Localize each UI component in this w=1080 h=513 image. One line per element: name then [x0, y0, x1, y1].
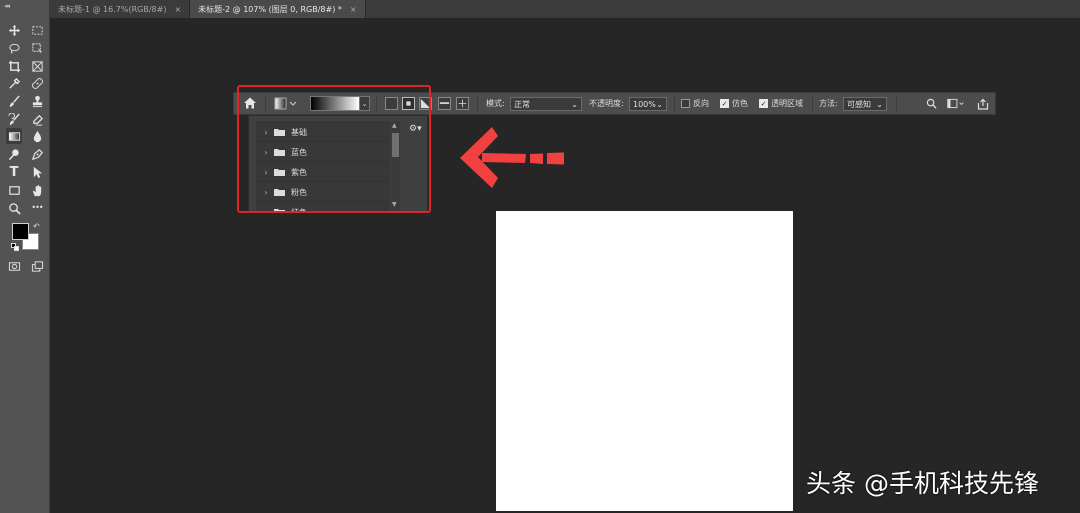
gradient-preview-bar[interactable] [310, 96, 360, 111]
screen-mode-icon[interactable] [29, 258, 45, 274]
dither-label: 仿色 [732, 99, 748, 108]
folder-icon [274, 168, 285, 176]
chevron-right-icon[interactable]: › [260, 168, 272, 177]
folder-icon [274, 208, 285, 211]
folder-icon [274, 128, 285, 136]
tab-untitled-1[interactable]: 未标题-1 @ 16.7%(RGB/8#) × [50, 0, 191, 18]
gradient-picker-popup: › 基础 › 蓝色 › 紫色 › 粉色 › 红色 ▲ ▼ ⚙▾ [248, 115, 428, 212]
frame-icon[interactable] [29, 58, 45, 74]
lasso-icon[interactable] [6, 40, 22, 56]
chevron-right-icon[interactable]: › [260, 148, 272, 157]
tools-panel: ◂◂ T ••• ↶ [0, 0, 50, 513]
chevron-right-icon[interactable]: › [260, 188, 272, 197]
method-select[interactable]: 可感知 ⌄ [843, 97, 887, 111]
close-icon[interactable]: × [174, 5, 181, 14]
folder-icon [274, 188, 285, 196]
scrollbar-thumb[interactable] [392, 133, 399, 157]
linear-gradient-button[interactable] [385, 97, 398, 110]
diamond-gradient-button[interactable] [456, 97, 469, 110]
folder-icon [274, 148, 285, 156]
folder-label: 红色 [291, 207, 307, 212]
folder-label: 基础 [291, 127, 307, 137]
scroll-down-icon[interactable]: ▼ [392, 201, 397, 208]
method-value: 可感知 [847, 99, 871, 109]
list-item[interactable]: › 基础 [256, 123, 390, 142]
eyedropper-icon[interactable] [6, 75, 22, 91]
method-label: 方法: [819, 99, 838, 108]
dither-checkbox[interactable]: ✓ [720, 99, 729, 108]
rectangle-icon[interactable] [6, 182, 22, 198]
history-brush-icon[interactable] [6, 111, 22, 127]
chevron-down-icon: ⌄ [656, 99, 663, 109]
hand-icon[interactable] [29, 182, 45, 198]
crop-icon[interactable] [6, 58, 22, 74]
tool-preset-button[interactable] [274, 96, 298, 111]
pen-icon[interactable] [29, 146, 45, 162]
folder-label: 粉色 [291, 187, 307, 197]
gradient-picker-dropdown[interactable]: ⌄ [360, 96, 370, 111]
transparency-checkbox[interactable]: ✓ [759, 99, 768, 108]
watermark-text: 头条 @手机科技先锋 [806, 469, 1039, 498]
close-icon[interactable]: × [350, 5, 357, 14]
mode-select[interactable]: 正常 ⌄ [510, 97, 582, 111]
red-arrow-annotation [460, 127, 564, 188]
tab-label: 未标题-1 @ 16.7%(RGB/8#) [58, 4, 167, 14]
gradient-preset-list: › 基础 › 蓝色 › 紫色 › 粉色 › 红色 [256, 121, 390, 211]
type-icon[interactable]: T [6, 164, 22, 180]
list-item[interactable]: › 粉色 [256, 183, 390, 202]
list-item[interactable]: › 紫色 [256, 163, 390, 182]
zoom-icon[interactable] [6, 200, 22, 216]
chevron-right-icon[interactable]: › [260, 128, 272, 137]
default-colors-icon[interactable] [11, 243, 19, 251]
transparency-label: 透明区域 [771, 99, 803, 108]
radial-gradient-button[interactable] [402, 97, 415, 110]
options-bar: ⌄ 模式: 正常 ⌄ 不透明度: 100% ⌄ 反向 ✓ 仿色 ✓ 透明区域 方… [233, 92, 996, 115]
reverse-label: 反向 [693, 99, 709, 108]
folder-label: 蓝色 [291, 147, 307, 157]
scroll-up-icon[interactable]: ▲ [392, 122, 397, 129]
opacity-label: 不透明度: [589, 99, 624, 108]
chevron-down-icon: ⌄ [876, 99, 883, 109]
document-tabs: 未标题-1 @ 16.7%(RGB/8#) × 未标题-2 @ 107% (图层… [50, 0, 1080, 18]
brush-icon[interactable] [6, 93, 22, 109]
tab-label: 未标题-2 @ 107% (图层 0, RGB/8#) * [198, 4, 342, 14]
opacity-value: 100% [633, 99, 656, 109]
healing-brush-icon[interactable] [29, 75, 45, 91]
reverse-checkbox[interactable] [681, 99, 690, 108]
list-item[interactable]: › 蓝色 [256, 143, 390, 162]
list-item[interactable]: › 红色 [256, 203, 390, 211]
eraser-icon[interactable] [29, 111, 45, 127]
chevron-down-icon: ⌄ [361, 99, 368, 108]
swap-colors-icon[interactable]: ↶ [33, 222, 40, 231]
home-icon[interactable] [243, 96, 257, 110]
chevron-right-icon[interactable]: › [260, 208, 272, 212]
search-icon[interactable] [926, 93, 937, 114]
panel-grip-icon[interactable]: ◂◂ [4, 2, 10, 10]
stamp-icon[interactable] [29, 93, 45, 109]
more-icon[interactable]: ••• [29, 200, 45, 216]
move-icon[interactable] [6, 22, 22, 38]
tab-untitled-2[interactable]: 未标题-2 @ 107% (图层 0, RGB/8#) * × [190, 0, 366, 18]
quick-mask-icon[interactable] [6, 258, 22, 274]
path-select-icon[interactable] [29, 164, 45, 180]
dodge-icon[interactable] [6, 146, 22, 162]
angle-gradient-button[interactable] [419, 97, 432, 110]
folder-label: 紫色 [291, 167, 307, 177]
reflected-gradient-button[interactable] [438, 97, 451, 110]
workspace-icon[interactable] [946, 93, 966, 114]
gear-icon[interactable]: ⚙▾ [409, 124, 422, 134]
mode-label: 模式: [486, 99, 505, 108]
blur-icon[interactable] [29, 128, 45, 144]
object-select-icon[interactable] [29, 40, 45, 56]
opacity-field[interactable]: 100% ⌄ [629, 97, 667, 111]
foreground-color-swatch[interactable] [12, 223, 29, 240]
mode-value: 正常 [514, 99, 530, 109]
preset-list-scrollbar[interactable]: ▲ ▼ [391, 121, 400, 211]
document-canvas[interactable] [496, 211, 793, 511]
chevron-down-icon: ⌄ [571, 99, 578, 109]
share-icon[interactable] [977, 93, 989, 114]
marquee-icon[interactable] [29, 22, 45, 38]
gradient-icon[interactable] [6, 128, 22, 144]
